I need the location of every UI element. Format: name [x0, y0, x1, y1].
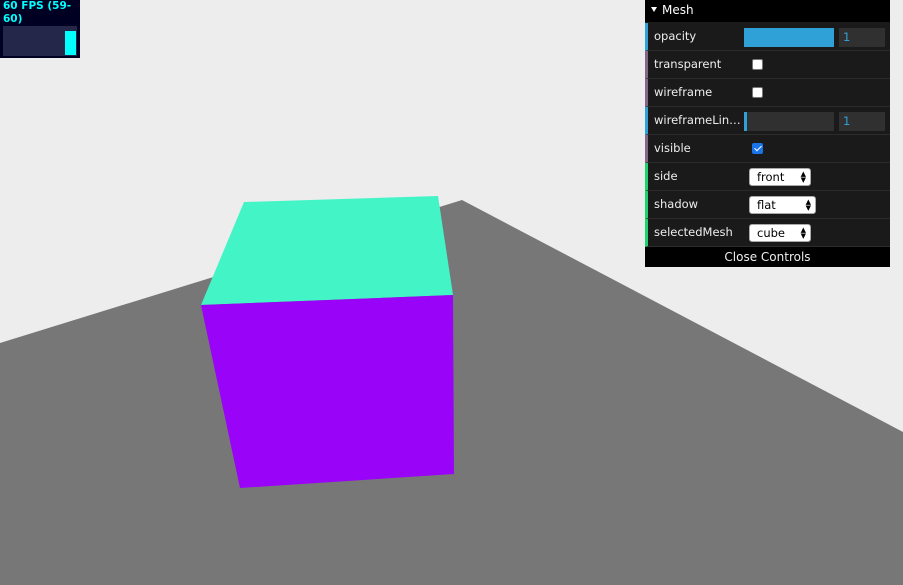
control-label: visible: [654, 141, 691, 155]
control-label: selectedMesh: [654, 225, 733, 239]
opacity-slider[interactable]: [744, 28, 834, 47]
wireframe-linewidth-slider[interactable]: [744, 112, 834, 131]
transparent-checkbox[interactable]: [752, 59, 763, 70]
close-controls-button[interactable]: Close Controls: [645, 247, 890, 267]
control-label: transparent: [654, 57, 722, 71]
shadow-select[interactable]: flat ▲ ▼: [749, 196, 816, 214]
control-label: opacity: [654, 29, 697, 43]
fps-graph: [3, 26, 77, 56]
shadow-select-value: flat: [757, 198, 776, 212]
mesh-folder-title[interactable]: Mesh: [645, 0, 890, 23]
wireframe-linewidth-input[interactable]: 1: [839, 112, 885, 131]
side-select-value: front: [757, 170, 785, 184]
control-label: shadow: [654, 197, 699, 211]
select-arrows-icon: ▲ ▼: [805, 198, 811, 212]
fps-readout: 60 FPS (59-60): [3, 0, 72, 25]
control-opacity: opacity 1: [645, 23, 890, 51]
expand-triangle-icon: [651, 7, 657, 12]
control-side: side front ▲ ▼: [645, 163, 890, 191]
cube-front-face: [201, 295, 454, 488]
select-arrows-icon: ▲ ▼: [800, 170, 806, 184]
controls-panel: Mesh opacity 1 transparent wireframe wir…: [645, 0, 890, 267]
opacity-input[interactable]: 1: [839, 28, 885, 47]
control-label: wireframeLin…: [654, 113, 741, 127]
control-visible: visible: [645, 135, 890, 163]
selected-mesh-select[interactable]: cube ▲ ▼: [749, 224, 811, 242]
control-shadow: shadow flat ▲ ▼: [645, 191, 890, 219]
control-selected-mesh: selectedMesh cube ▲ ▼: [645, 219, 890, 247]
control-label: wireframe: [654, 85, 713, 99]
side-select[interactable]: front ▲ ▼: [749, 168, 811, 186]
selected-mesh-select-value: cube: [757, 226, 785, 240]
fps-stats-panel[interactable]: 60 FPS (59-60): [0, 0, 80, 58]
opacity-slider-fill: [744, 28, 834, 47]
fps-graph-bar: [65, 31, 76, 55]
control-wireframe-linewidth: wireframeLin… 1: [645, 107, 890, 135]
wireframe-linewidth-slider-fill: [744, 112, 747, 131]
select-arrows-icon: ▲ ▼: [800, 226, 806, 240]
control-label: side: [654, 169, 678, 183]
visible-checkbox[interactable]: [752, 143, 763, 154]
folder-title-label: Mesh: [662, 3, 694, 17]
control-transparent: transparent: [645, 51, 890, 79]
wireframe-checkbox[interactable]: [752, 87, 763, 98]
control-wireframe: wireframe: [645, 79, 890, 107]
